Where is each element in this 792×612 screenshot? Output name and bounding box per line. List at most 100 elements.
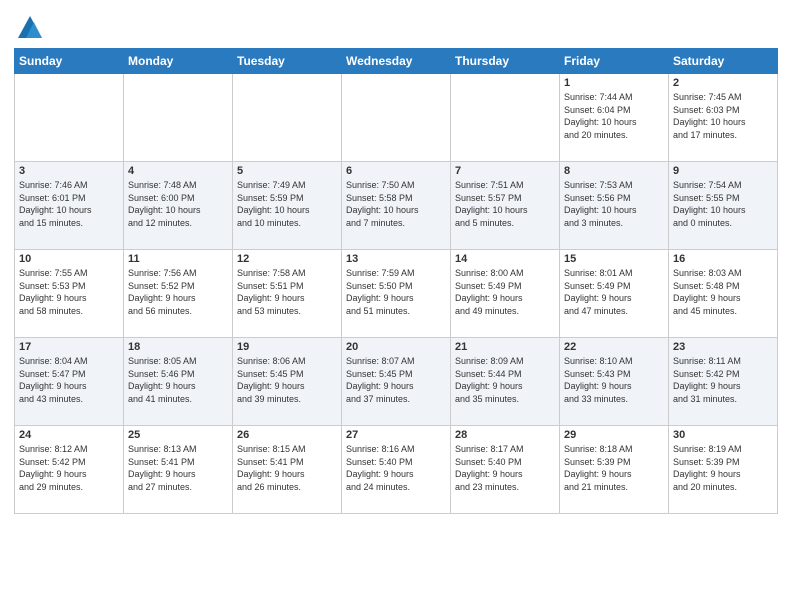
- logo: [14, 14, 44, 42]
- weekday-header-thursday: Thursday: [451, 49, 560, 74]
- day-info: Sunrise: 7:51 AM Sunset: 5:57 PM Dayligh…: [455, 179, 555, 229]
- day-info: Sunrise: 8:03 AM Sunset: 5:48 PM Dayligh…: [673, 267, 773, 317]
- day-info: Sunrise: 7:49 AM Sunset: 5:59 PM Dayligh…: [237, 179, 337, 229]
- day-info: Sunrise: 7:56 AM Sunset: 5:52 PM Dayligh…: [128, 267, 228, 317]
- day-cell: [15, 74, 124, 162]
- week-row-5: 24 Sunrise: 8:12 AM Sunset: 5:42 PM Dayli…: [15, 426, 778, 514]
- day-number: 27: [346, 429, 446, 441]
- day-number: 11: [128, 253, 228, 265]
- day-cell: 7 Sunrise: 7:51 AM Sunset: 5:57 PM Daylig…: [451, 162, 560, 250]
- day-number: 24: [19, 429, 119, 441]
- week-row-3: 10 Sunrise: 7:55 AM Sunset: 5:53 PM Dayli…: [15, 250, 778, 338]
- day-info: Sunrise: 8:18 AM Sunset: 5:39 PM Dayligh…: [564, 443, 664, 493]
- day-info: Sunrise: 8:15 AM Sunset: 5:41 PM Dayligh…: [237, 443, 337, 493]
- day-number: 29: [564, 429, 664, 441]
- day-cell: 19Sunrise: 8:06 AM Sunset: 5:45 PM Dayli…: [233, 338, 342, 426]
- day-number: 5: [237, 165, 337, 177]
- day-number: 16: [673, 253, 773, 265]
- calendar: SundayMondayTuesdayWednesdayThursdayFrid…: [14, 48, 778, 514]
- day-cell: 6 Sunrise: 7:50 AM Sunset: 5:58 PM Daylig…: [342, 162, 451, 250]
- day-cell: [233, 74, 342, 162]
- day-cell: 11 Sunrise: 7:56 AM Sunset: 5:52 PM Dayli…: [124, 250, 233, 338]
- day-cell: 25 Sunrise: 8:13 AM Sunset: 5:41 PM Dayli…: [124, 426, 233, 514]
- weekday-header-monday: Monday: [124, 49, 233, 74]
- day-number: 18: [128, 341, 228, 353]
- header: [14, 10, 778, 42]
- day-info: Sunrise: 8:07 AM Sunset: 5:45 PM Dayligh…: [346, 355, 446, 405]
- day-number: 9: [673, 165, 773, 177]
- day-cell: 21 Sunrise: 8:09 AM Sunset: 5:44 PM Dayli…: [451, 338, 560, 426]
- day-cell: 12 Sunrise: 7:58 AM Sunset: 5:51 PM Dayli…: [233, 250, 342, 338]
- day-cell: 20 Sunrise: 8:07 AM Sunset: 5:45 PM Dayli…: [342, 338, 451, 426]
- day-number: 28: [455, 429, 555, 441]
- day-info: Sunrise: 7:46 AM Sunset: 6:01 PM Dayligh…: [19, 179, 119, 229]
- weekday-header-saturday: Saturday: [669, 49, 778, 74]
- day-cell: [451, 74, 560, 162]
- day-info: Sunrise: 8:19 AM Sunset: 5:39 PM Dayligh…: [673, 443, 773, 493]
- day-info: Sunrise: 8:01 AM Sunset: 5:49 PM Dayligh…: [564, 267, 664, 317]
- day-info: Sunrise: 8:06 AM Sunset: 5:45 PM Dayligh…: [237, 355, 337, 405]
- day-info: Sunrise: 7:59 AM Sunset: 5:50 PM Dayligh…: [346, 267, 446, 317]
- day-cell: 18Sunrise: 8:05 AM Sunset: 5:46 PM Dayli…: [124, 338, 233, 426]
- day-info: Sunrise: 8:09 AM Sunset: 5:44 PM Dayligh…: [455, 355, 555, 405]
- day-cell: 14 Sunrise: 8:00 AM Sunset: 5:49 PM Dayli…: [451, 250, 560, 338]
- day-info: Sunrise: 8:17 AM Sunset: 5:40 PM Dayligh…: [455, 443, 555, 493]
- day-cell: 30 Sunrise: 8:19 AM Sunset: 5:39 PM Dayli…: [669, 426, 778, 514]
- day-cell: 29 Sunrise: 8:18 AM Sunset: 5:39 PM Dayli…: [560, 426, 669, 514]
- day-number: 8: [564, 165, 664, 177]
- day-info: Sunrise: 7:54 AM Sunset: 5:55 PM Dayligh…: [673, 179, 773, 229]
- day-cell: 28 Sunrise: 8:17 AM Sunset: 5:40 PM Dayli…: [451, 426, 560, 514]
- day-cell: 3 Sunrise: 7:46 AM Sunset: 6:01 PM Daylig…: [15, 162, 124, 250]
- day-number: 22: [564, 341, 664, 353]
- day-cell: 10 Sunrise: 7:55 AM Sunset: 5:53 PM Dayli…: [15, 250, 124, 338]
- day-cell: 9 Sunrise: 7:54 AM Sunset: 5:55 PM Daylig…: [669, 162, 778, 250]
- day-number: 20: [346, 341, 446, 353]
- weekday-header-sunday: Sunday: [15, 49, 124, 74]
- week-row-1: 1Sunrise: 7:44 AM Sunset: 6:04 PM Daylig…: [15, 74, 778, 162]
- day-cell: 4 Sunrise: 7:48 AM Sunset: 6:00 PM Daylig…: [124, 162, 233, 250]
- day-number: 15: [564, 253, 664, 265]
- week-row-2: 3 Sunrise: 7:46 AM Sunset: 6:01 PM Daylig…: [15, 162, 778, 250]
- day-cell: 16 Sunrise: 8:03 AM Sunset: 5:48 PM Dayli…: [669, 250, 778, 338]
- day-info: Sunrise: 8:00 AM Sunset: 5:49 PM Dayligh…: [455, 267, 555, 317]
- week-row-4: 17 Sunrise: 8:04 AM Sunset: 5:47 PM Dayli…: [15, 338, 778, 426]
- day-cell: 1Sunrise: 7:44 AM Sunset: 6:04 PM Daylig…: [560, 74, 669, 162]
- day-number: 21: [455, 341, 555, 353]
- day-number: 3: [19, 165, 119, 177]
- day-number: 10: [19, 253, 119, 265]
- day-cell: 2Sunrise: 7:45 AM Sunset: 6:03 PM Daylig…: [669, 74, 778, 162]
- day-number: 1: [564, 77, 664, 89]
- day-info: Sunrise: 8:04 AM Sunset: 5:47 PM Dayligh…: [19, 355, 119, 405]
- day-number: 6: [346, 165, 446, 177]
- day-cell: 23Sunrise: 8:11 AM Sunset: 5:42 PM Dayli…: [669, 338, 778, 426]
- day-cell: 8Sunrise: 7:53 AM Sunset: 5:56 PM Daylig…: [560, 162, 669, 250]
- day-cell: [342, 74, 451, 162]
- weekday-header-friday: Friday: [560, 49, 669, 74]
- day-number: 14: [455, 253, 555, 265]
- logo-icon: [16, 14, 44, 42]
- day-info: Sunrise: 8:13 AM Sunset: 5:41 PM Dayligh…: [128, 443, 228, 493]
- day-number: 17: [19, 341, 119, 353]
- day-number: 26: [237, 429, 337, 441]
- day-info: Sunrise: 8:11 AM Sunset: 5:42 PM Dayligh…: [673, 355, 773, 405]
- day-number: 13: [346, 253, 446, 265]
- day-info: Sunrise: 7:55 AM Sunset: 5:53 PM Dayligh…: [19, 267, 119, 317]
- day-cell: 13 Sunrise: 7:59 AM Sunset: 5:50 PM Dayli…: [342, 250, 451, 338]
- day-cell: 17 Sunrise: 8:04 AM Sunset: 5:47 PM Dayli…: [15, 338, 124, 426]
- day-info: Sunrise: 7:48 AM Sunset: 6:00 PM Dayligh…: [128, 179, 228, 229]
- day-cell: 24 Sunrise: 8:12 AM Sunset: 5:42 PM Dayli…: [15, 426, 124, 514]
- day-info: Sunrise: 8:10 AM Sunset: 5:43 PM Dayligh…: [564, 355, 664, 405]
- day-cell: 27Sunrise: 8:16 AM Sunset: 5:40 PM Dayli…: [342, 426, 451, 514]
- day-number: 4: [128, 165, 228, 177]
- day-number: 7: [455, 165, 555, 177]
- day-cell: 22 Sunrise: 8:10 AM Sunset: 5:43 PM Dayli…: [560, 338, 669, 426]
- day-info: Sunrise: 8:12 AM Sunset: 5:42 PM Dayligh…: [19, 443, 119, 493]
- day-number: 30: [673, 429, 773, 441]
- day-info: Sunrise: 7:50 AM Sunset: 5:58 PM Dayligh…: [346, 179, 446, 229]
- day-number: 25: [128, 429, 228, 441]
- day-cell: [124, 74, 233, 162]
- day-info: Sunrise: 7:45 AM Sunset: 6:03 PM Dayligh…: [673, 91, 773, 141]
- day-number: 12: [237, 253, 337, 265]
- weekday-header-row: SundayMondayTuesdayWednesdayThursdayFrid…: [15, 49, 778, 74]
- day-info: Sunrise: 7:58 AM Sunset: 5:51 PM Dayligh…: [237, 267, 337, 317]
